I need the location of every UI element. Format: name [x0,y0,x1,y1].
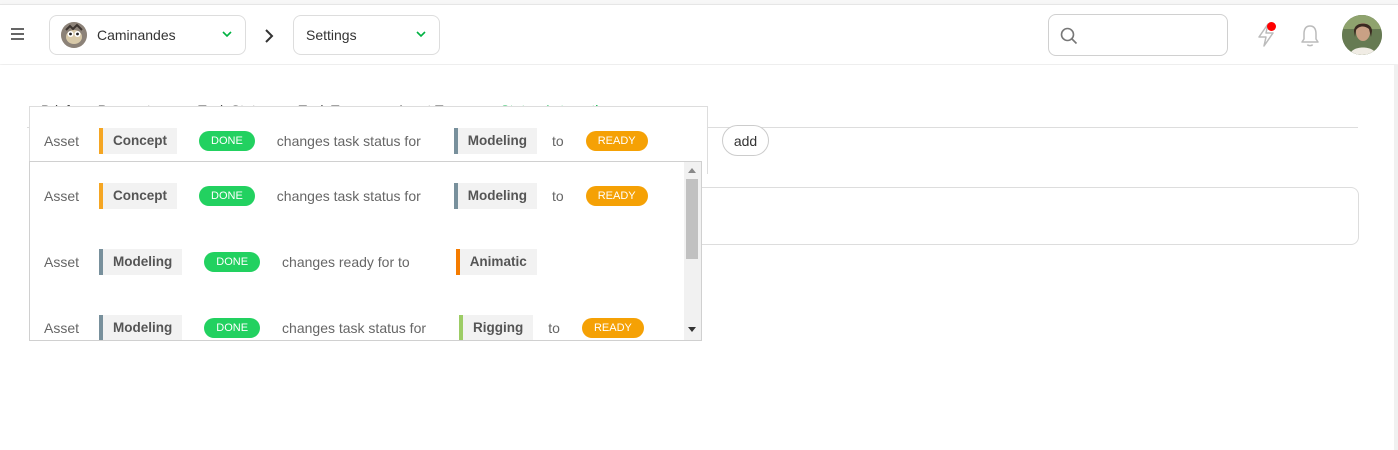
action-label: changes ready for to [282,254,410,270]
in-task-tag: Modeling [99,315,183,340]
in-task-tag: Concept [99,128,178,154]
chevron-down-icon [222,31,232,38]
user-avatar[interactable] [1342,15,1382,55]
chevron-down-icon [416,31,426,38]
action-label: changes task status for [276,133,421,149]
section-name: Settings [306,27,357,43]
in-status-pill: done [204,318,261,338]
search-box[interactable] [1048,14,1228,56]
production-name: Caminandes [97,27,176,43]
in-status-pill: done [204,252,261,272]
entity-label: Asset [44,320,80,336]
automation-dropdown: Asset Concept done changes task status f… [29,161,702,341]
chevron-right-icon [265,29,274,43]
out-task-tag: Modeling [453,183,538,209]
to-label: to [552,188,564,204]
scroll-down-icon[interactable] [688,327,696,333]
bell-icon[interactable] [1299,23,1321,49]
to-label: to [548,320,560,336]
menu-icon[interactable] [11,28,24,40]
dropdown-scrollbar[interactable] [684,162,701,340]
scroll-up-icon[interactable] [688,167,696,173]
out-task-tag: Modeling [453,128,538,154]
in-task-tag: Concept [99,183,178,209]
add-button[interactable]: add [722,125,769,156]
in-status-pill: done [199,186,255,206]
dropdown-option[interactable]: Asset Concept done changes task status f… [44,181,648,211]
search-icon [1060,27,1078,45]
action-label: changes task status for [282,320,427,336]
entity-label: Asset [44,188,80,204]
page-scrollbar[interactable] [1394,65,1398,450]
selected-automation[interactable]: Asset Concept done changes task status f… [44,126,648,156]
out-status-pill: ready [581,318,644,338]
out-status-pill: ready [585,131,648,151]
out-status-pill: ready [585,186,648,206]
out-task-tag: Rigging [459,315,534,340]
scroll-thumb[interactable] [686,179,698,259]
notification-dot [1267,22,1276,31]
entity-label: Asset [44,254,80,270]
out-task-tag: Animatic [455,249,537,275]
action-label: changes task status for [276,188,421,204]
dropdown-option[interactable]: Asset Modeling done changes task status … [44,313,644,340]
in-status-pill: done [199,131,255,151]
section-selector[interactable]: Settings [293,15,440,55]
to-label: to [552,133,564,149]
production-selector[interactable]: Caminandes [49,15,246,55]
top-bar: Caminandes Settings [0,4,1398,64]
search-input[interactable] [1087,23,1217,47]
entity-label: Asset [44,133,80,149]
in-task-tag: Modeling [99,249,183,275]
production-avatar [61,22,87,48]
dropdown-option[interactable]: Asset Modeling done changes ready for to… [44,247,537,277]
